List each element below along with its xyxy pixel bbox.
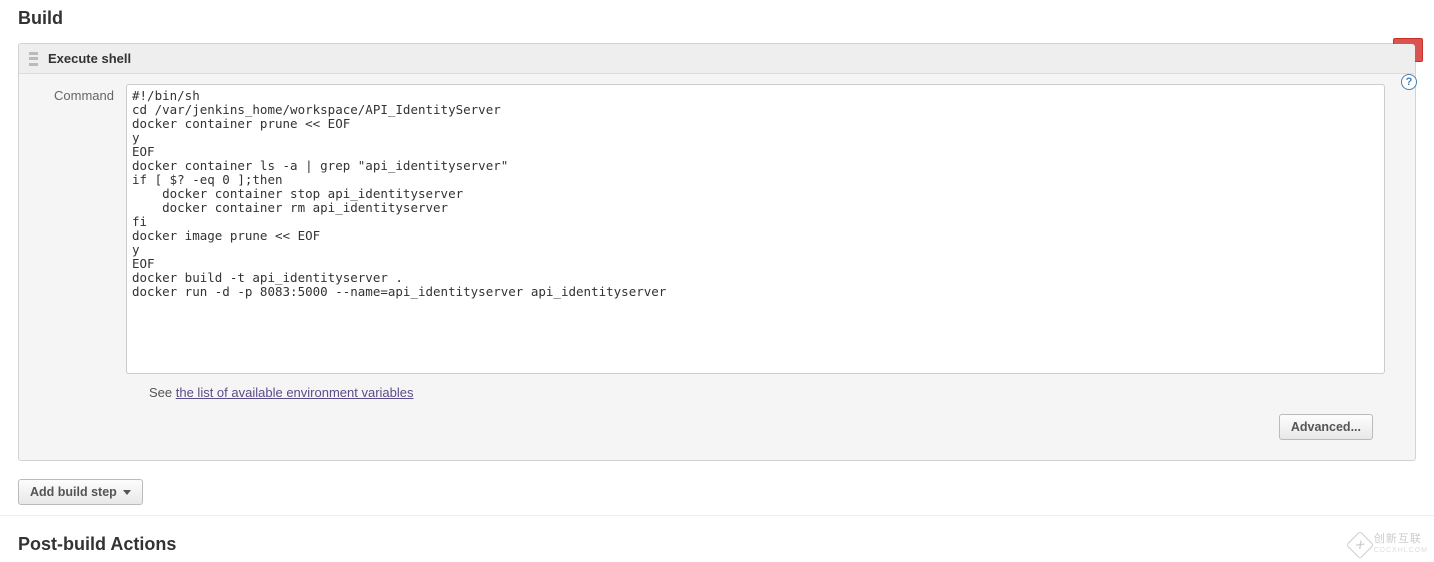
env-vars-link[interactable]: the list of available environment variab… (176, 385, 414, 400)
block-header: Execute shell (19, 44, 1415, 74)
command-label: Command (31, 84, 126, 103)
command-textarea[interactable] (126, 84, 1385, 374)
watermark-logo-icon: X (1346, 531, 1374, 559)
postbuild-section-title: Post-build Actions (0, 515, 1434, 555)
chevron-down-icon (123, 490, 131, 495)
hint-prefix: See (149, 385, 176, 400)
help-icon[interactable]: ? (1401, 74, 1417, 90)
drag-handle-icon[interactable] (29, 52, 40, 66)
build-section-title: Build (0, 0, 1434, 43)
env-vars-hint: See the list of available environment va… (149, 385, 1403, 400)
advanced-button[interactable]: Advanced... (1279, 414, 1373, 440)
block-title: Execute shell (48, 51, 131, 66)
add-build-step-button[interactable]: Add build step (18, 479, 143, 505)
watermark: X 创新互联 CDCXHLCOM (1350, 534, 1428, 556)
execute-shell-block: X ? Execute shell Command See the list o… (18, 43, 1416, 461)
